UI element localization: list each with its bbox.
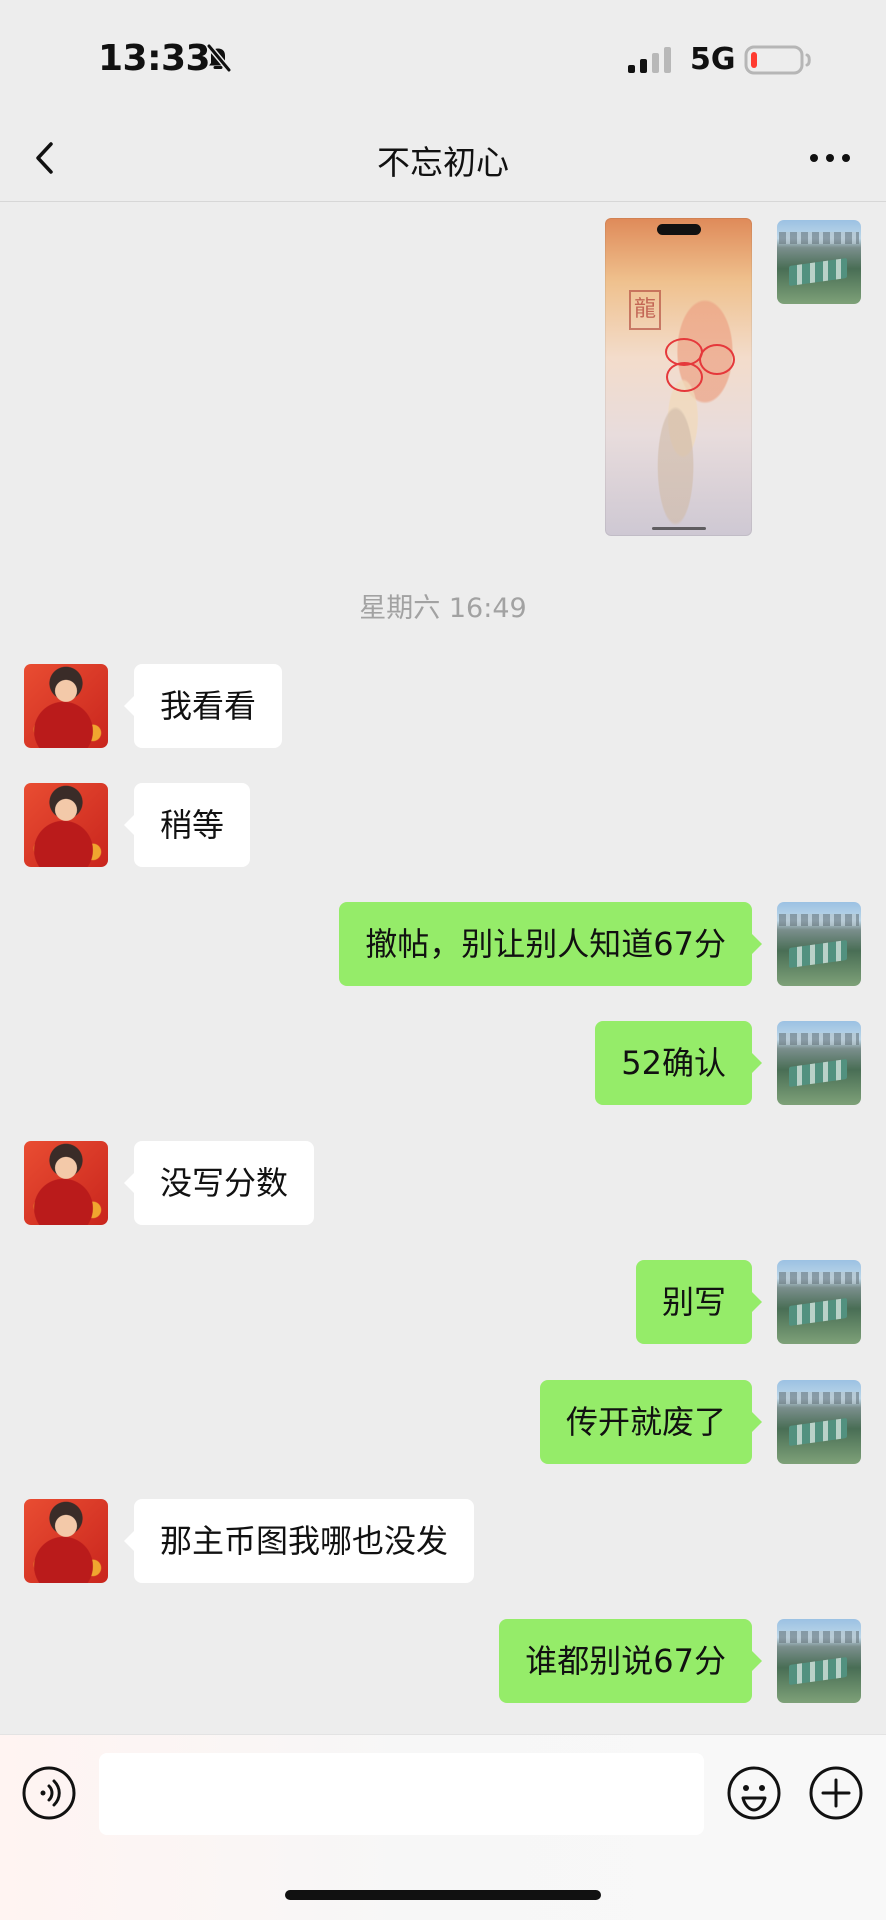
battery-icon: [744, 45, 811, 75]
bell-slash-icon: [206, 43, 232, 73]
message-bubble-incoming[interactable]: 没写分数: [123, 1141, 315, 1225]
message-bubble-incoming[interactable]: 我看看: [123, 664, 283, 748]
self-avatar[interactable]: [777, 1021, 861, 1105]
contact-avatar[interactable]: [24, 1499, 108, 1583]
message-bubble-incoming[interactable]: 那主币图我哪也没发: [123, 1499, 475, 1583]
contact-avatar[interactable]: [24, 664, 108, 748]
smile-icon[interactable]: [726, 1765, 782, 1821]
chat-header: 不忘初心: [0, 118, 886, 202]
message-bubble-outgoing[interactable]: 撤帖，别让别人知道67分: [339, 902, 762, 986]
status-bar: 13:33 5G: [0, 0, 886, 118]
message-bubble-outgoing[interactable]: 传开就废了: [539, 1380, 763, 1464]
message-composer: [0, 1734, 886, 1920]
more-icon[interactable]: [808, 142, 852, 174]
self-avatar[interactable]: [777, 1260, 861, 1344]
contact-avatar[interactable]: [24, 1141, 108, 1225]
plus-circle-icon[interactable]: [808, 1765, 864, 1821]
message-list[interactable]: 龍 星期六 16:49 我看看 稍等 撤帖，别让别人知道67分 52确认 没写分…: [0, 202, 886, 1734]
signal-icon: [628, 47, 671, 73]
thumbnail-home-bar: [652, 527, 706, 530]
voice-icon[interactable]: [21, 1765, 77, 1821]
message-input[interactable]: [99, 1753, 704, 1835]
image-message-thumbnail[interactable]: 龍: [605, 218, 752, 536]
network-label: 5G: [690, 42, 736, 77]
contact-avatar[interactable]: [24, 783, 108, 867]
message-timestamp: 星期六 16:49: [359, 593, 527, 624]
self-avatar[interactable]: [777, 1619, 861, 1703]
home-indicator: [285, 1890, 601, 1900]
chat-title: 不忘初心: [377, 143, 509, 182]
message-bubble-outgoing[interactable]: 52确认: [595, 1021, 762, 1105]
phone-notch: [657, 224, 701, 235]
red-annotation-circle: [666, 362, 703, 392]
seal-mark: 龍: [629, 290, 661, 330]
message-bubble-outgoing[interactable]: 别写: [635, 1260, 763, 1344]
self-avatar[interactable]: [777, 1380, 861, 1464]
self-avatar[interactable]: [777, 220, 861, 304]
chat-screen: 13:33 5G 不忘初心 龍 星期六 16:49 我看看 稍等 撤帖，别让别人…: [0, 0, 886, 1920]
self-avatar[interactable]: [777, 902, 861, 986]
message-bubble-outgoing[interactable]: 谁都别说67分: [499, 1619, 762, 1703]
red-annotation-circle: [699, 344, 735, 375]
message-bubble-incoming[interactable]: 稍等: [123, 783, 251, 867]
status-time: 13:33: [98, 38, 211, 79]
